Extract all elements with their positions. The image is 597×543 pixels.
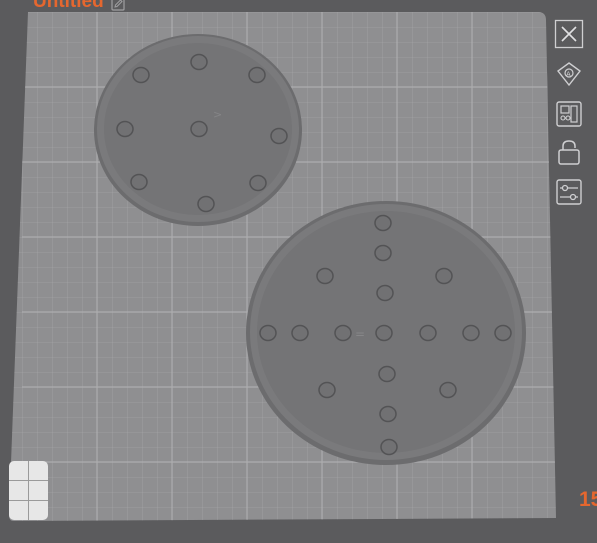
large-disc-hole-10	[419, 324, 437, 342]
close-icon	[554, 19, 584, 49]
small-disc-hole-4	[116, 120, 134, 138]
auto-support-button[interactable]: A	[552, 57, 586, 91]
sliders-icon	[556, 179, 582, 205]
layout-icon	[556, 101, 582, 127]
large-disc-hole-2	[374, 244, 392, 262]
viewport-3d[interactable]: > =	[0, 0, 597, 543]
settings-button[interactable]	[552, 175, 586, 209]
large-disc-hole-8	[334, 324, 352, 342]
lock-button[interactable]	[552, 135, 586, 169]
large-disc-hole-11	[462, 324, 480, 342]
large-disc-hole-5	[376, 284, 394, 302]
large-disc-hole-7	[291, 324, 309, 342]
small-disc-hole-9	[197, 195, 215, 213]
large-disc-hole-15	[439, 381, 457, 399]
large-disc-hole-3	[316, 267, 334, 285]
large-disc-hole-16	[379, 405, 397, 423]
small-disc-hole-3	[248, 66, 266, 84]
svg-text:>: >	[213, 108, 222, 121]
small-disc-hole-7	[130, 173, 148, 191]
svg-text:A: A	[566, 71, 571, 79]
large-disc-model[interactable]: =	[246, 201, 526, 465]
small-disc-hole-6	[270, 127, 288, 145]
large-disc-hole-14	[318, 381, 336, 399]
close-button[interactable]	[552, 17, 586, 51]
small-disc-model[interactable]: >	[94, 34, 302, 226]
small-disc-hole-5	[190, 120, 208, 138]
lock-icon	[558, 140, 580, 165]
svg-text:=: =	[355, 327, 365, 341]
large-disc-hole-9	[375, 324, 393, 342]
large-disc-hole-6	[259, 324, 277, 342]
plate-thumbnail-icon[interactable]	[9, 461, 48, 520]
large-disc-hole-13	[378, 365, 396, 383]
small-disc-hole-1	[190, 53, 208, 71]
large-disc-hole-12	[494, 324, 512, 342]
auto-support-icon: A	[557, 62, 581, 87]
small-disc-hole-2	[132, 66, 150, 84]
small-disc-hole-8	[249, 174, 267, 192]
large-disc-hole-4	[435, 267, 453, 285]
layer-number: 15	[579, 488, 597, 511]
large-disc-hole-1	[374, 214, 392, 232]
large-disc-hole-17	[380, 438, 398, 456]
layout-button[interactable]	[552, 97, 586, 131]
